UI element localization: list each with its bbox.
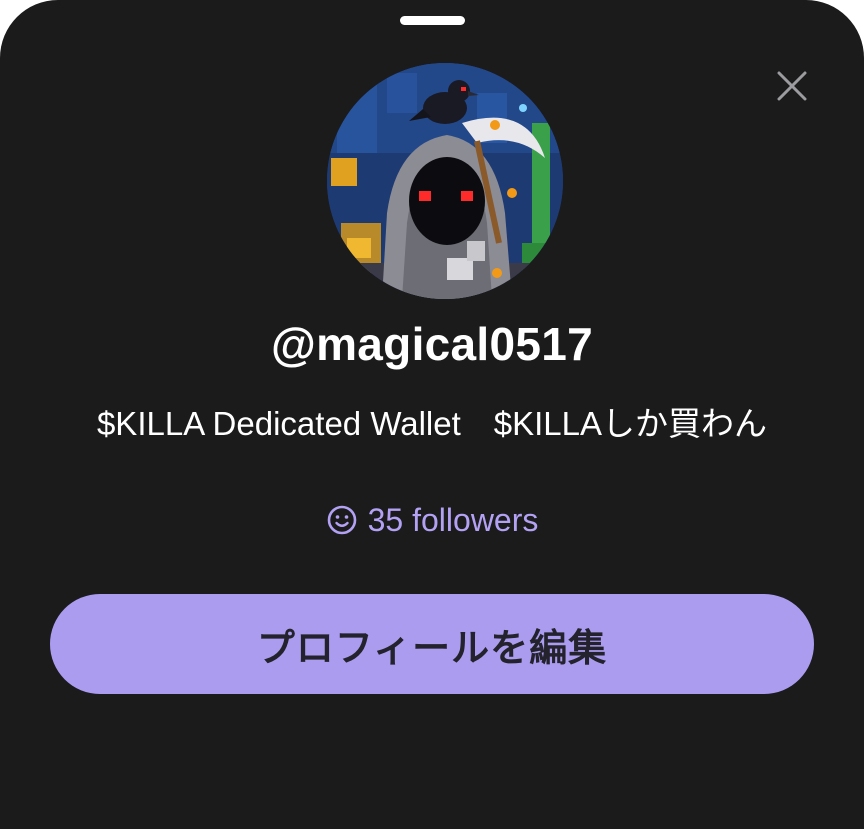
followers-link[interactable]: 35 followers — [0, 498, 864, 542]
username: @magical0517 — [270, 318, 594, 370]
edit-profile-button[interactable]: プロフィールを編集 — [50, 594, 814, 694]
avatar — [327, 63, 563, 299]
grim-reaper-avatar — [327, 63, 563, 299]
smiley-icon — [327, 505, 356, 535]
followers-count-label: 35 followers — [367, 502, 539, 538]
close-button[interactable] — [768, 62, 816, 110]
drag-handle[interactable] — [400, 16, 465, 25]
profile-sheet: @magical0517 $KILLA Dedicated Wallet $KI… — [0, 0, 864, 829]
close-icon — [777, 71, 807, 101]
edit-profile-label: プロフィールを編集 — [256, 627, 608, 670]
bio-text: $KILLA Dedicated Wallet $KILLAしか買わん — [96, 405, 768, 442]
